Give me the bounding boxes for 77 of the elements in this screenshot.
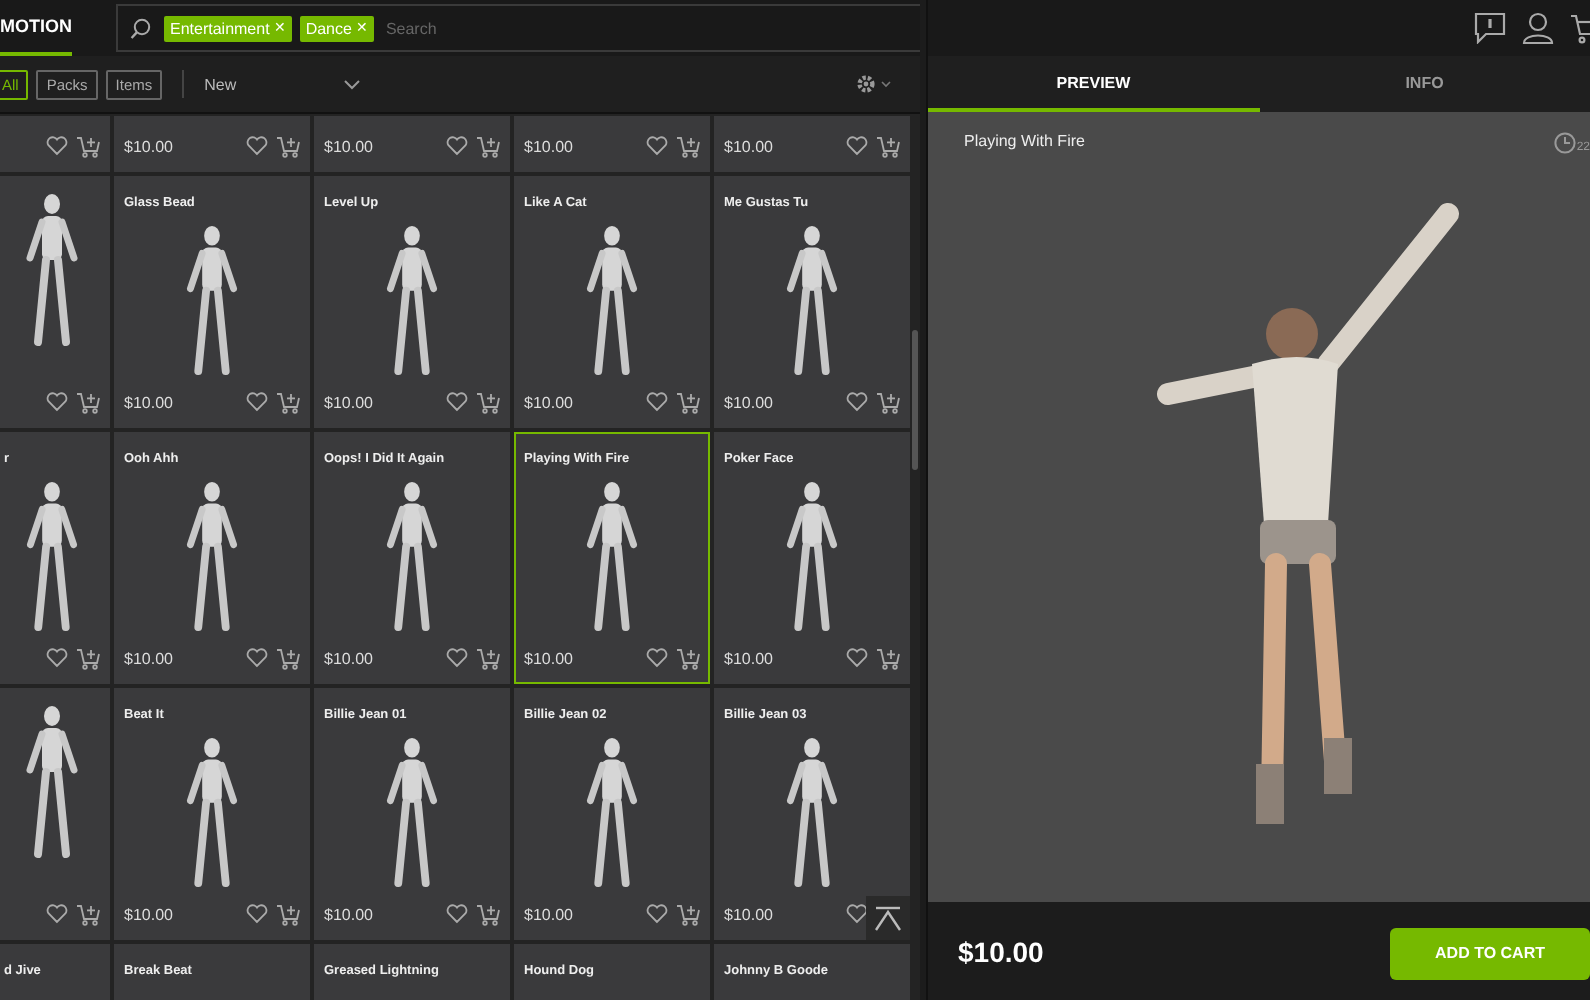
motion-tile[interactable]: $10.00 [114,116,310,172]
add-to-cart-icon[interactable] [676,903,700,926]
add-to-cart-icon[interactable] [876,135,900,157]
heart-icon[interactable] [46,392,68,412]
heart-icon[interactable] [246,648,268,669]
add-to-cart-icon[interactable] [76,391,100,413]
price: $10.00 [124,649,173,668]
cart-icon[interactable] [1570,12,1590,44]
panel-tab[interactable]: INFO [1259,56,1590,112]
clock-icon [1554,132,1577,154]
heart-icon[interactable] [646,136,668,156]
price: $10.00 [324,393,373,412]
price: $10.00 [324,137,373,155]
scroll-to-top-icon [874,904,902,932]
settings-icon[interactable] [856,74,896,94]
add-to-cart-icon[interactable] [476,903,500,926]
heart-icon[interactable] [646,392,668,413]
heart-icon[interactable] [846,392,868,413]
filter-chip-label: Entertainment [170,19,270,37]
heart-icon[interactable] [46,648,68,669]
motion-tile[interactable] [0,176,110,428]
caret-icon [344,79,361,89]
add-to-cart-icon[interactable] [276,903,300,926]
price: $10.00 [724,137,773,155]
add-to-cart-icon[interactable] [76,903,100,925]
heart-icon[interactable] [646,648,668,669]
add-to-cart-icon[interactable] [476,647,500,670]
heart-icon[interactable] [446,136,468,156]
motion-tile[interactable] [0,688,110,940]
add-to-cart-icon[interactable] [276,135,300,157]
add-to-cart-icon[interactable] [876,391,900,414]
add-to-cart-icon[interactable] [476,135,500,157]
preview-price: $10.00 [958,935,1044,967]
price: $10.00 [524,137,573,155]
add-to-cart-icon[interactable] [876,647,900,670]
heart-icon[interactable] [446,648,468,669]
price: $10.00 [124,393,173,412]
search-icon [130,17,152,39]
heart-icon[interactable] [46,136,68,156]
price: $10.00 [124,905,173,924]
add-to-cart-icon[interactable] [276,391,300,414]
add-to-cart-icon[interactable] [476,391,500,414]
price: $10.00 [724,649,773,668]
add-to-cart-icon[interactable] [276,647,300,670]
heart-icon[interactable] [46,904,68,924]
add-to-cart-icon[interactable] [676,647,700,670]
sort-dropdown[interactable]: New [204,75,361,93]
heart-icon[interactable] [446,904,468,925]
scrollbar[interactable] [912,330,918,470]
heart-icon[interactable] [846,648,868,669]
heart-icon[interactable] [246,136,268,156]
motion-tile[interactable]: $10.00 [714,116,910,172]
heart-icon[interactable] [846,904,868,925]
add-to-cart-icon[interactable] [76,647,100,670]
add-to-cart-icon[interactable] [676,135,700,157]
motion-tile[interactable]: $10.00 [514,116,710,172]
heart-icon[interactable] [246,904,268,925]
heart-icon[interactable] [646,904,668,925]
price: $10.00 [324,649,373,668]
price: $10.00 [124,137,173,155]
scroll-to-top-button[interactable] [866,896,910,940]
motion-tile[interactable]: $10.00 [314,116,510,172]
price: $10.00 [524,393,573,412]
user-icon[interactable] [1522,12,1554,44]
price: $10.00 [324,905,373,924]
add-to-cart-icon[interactable] [676,391,700,414]
price: $10.00 [724,905,773,924]
feedback-icon[interactable] [1474,12,1506,44]
heart-icon[interactable] [246,392,268,413]
preview-title: Playing With Fire [964,132,1085,154]
price: $10.00 [724,393,773,412]
heart-icon[interactable] [846,136,868,156]
heart-icon[interactable] [446,392,468,413]
filter-chip-label: Dance [305,19,352,37]
add-to-cart-icon[interactable] [76,135,100,157]
price: $10.00 [524,905,573,924]
price: $10.00 [524,649,573,668]
